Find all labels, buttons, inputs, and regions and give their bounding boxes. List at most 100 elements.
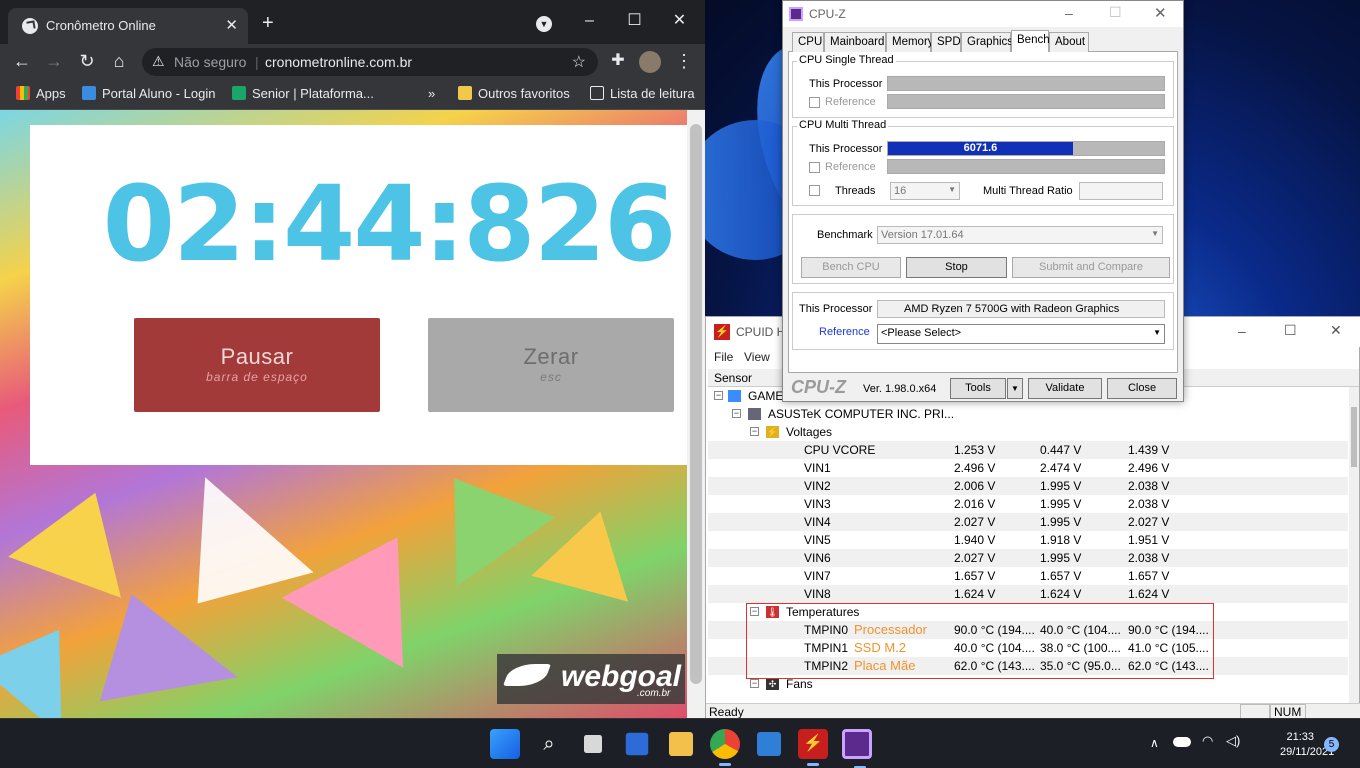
url-separator: | (255, 54, 259, 70)
tab-search-icon[interactable]: ▼ (536, 16, 552, 32)
hwinfo-taskbar-icon[interactable]: ⚡ (798, 729, 828, 766)
chrome-taskbar-icon[interactable] (710, 729, 740, 766)
tab-about[interactable]: About (1049, 32, 1089, 52)
sensor-name: VIN7 (804, 569, 831, 583)
close-window-icon[interactable]: ✕ (657, 6, 702, 36)
sensor-row-voltage[interactable]: VIN2 2.006 V 1.995 V 2.038 V (708, 477, 1348, 495)
menu-view[interactable]: View (744, 350, 770, 364)
webgoal-logo[interactable]: webgoal .com.br (497, 654, 685, 704)
minimize-icon[interactable]: – (567, 6, 612, 36)
tab-bar: Cronômetro Online ✕ + ▼ – ☐ ✕ (0, 0, 705, 44)
reference-select[interactable]: <Please Select> ▼ (877, 324, 1165, 344)
cpuz-window: CPU-Z – ☐ ✕ CPU Single Thread This Proce… (782, 0, 1184, 402)
new-tab-button[interactable]: + (262, 12, 274, 35)
maximize-icon[interactable]: ☐ (612, 6, 657, 36)
tab-mainboard[interactable]: Mainboard (824, 32, 886, 52)
bench-cpu-button[interactable]: Bench CPU (801, 257, 901, 278)
sensor-name: VIN5 (804, 533, 831, 547)
collapse-voltages-icon[interactable]: − (750, 427, 759, 436)
warning-icon[interactable]: ⚠ (152, 53, 165, 70)
tree-node-voltages[interactable]: − ⚡ Voltages (708, 423, 1348, 441)
volume-icon[interactable]: ◁) (1226, 733, 1240, 749)
sensor-row-voltage[interactable]: VIN7 1.657 V 1.657 V 1.657 V (708, 567, 1348, 585)
tools-dropdown-icon[interactable]: ▼ (1007, 378, 1023, 399)
onedrive-icon[interactable] (1173, 737, 1191, 747)
multi-reference-checkbox[interactable] (809, 162, 820, 173)
tools-button[interactable]: Tools (950, 378, 1006, 399)
sensor-scrollbar[interactable] (1349, 387, 1359, 703)
pause-hint: barra de espaço (206, 370, 308, 384)
close-icon[interactable]: ✕ (1154, 4, 1167, 22)
ratio-field (1079, 182, 1163, 200)
scrollbar-thumb[interactable] (1351, 407, 1357, 467)
bookmark-portal-aluno[interactable]: Portal Aluno - Login (82, 86, 215, 101)
minimize-icon[interactable]: – (1238, 323, 1246, 339)
tab-memory[interactable]: Memory (886, 32, 934, 52)
search-icon[interactable]: ⌕ (534, 729, 564, 759)
reload-icon[interactable]: ↻ (75, 49, 99, 73)
address-bar[interactable]: ⚠ Não seguro | cronometronline.com.br ☆ (142, 48, 598, 76)
sensor-row-voltage[interactable]: VIN1 2.496 V 2.474 V 2.496 V (708, 459, 1348, 477)
sensor-row-voltage[interactable]: VIN6 2.027 V 1.995 V 2.038 V (708, 549, 1348, 567)
single-this-processor-label: This Processor (809, 78, 883, 90)
sensor-min: 1.657 V (1040, 569, 1082, 583)
notification-badge[interactable]: 5 (1324, 737, 1339, 752)
maximize-icon[interactable]: ☐ (1284, 322, 1297, 339)
forward-icon[interactable]: → (42, 49, 66, 73)
sensor-row-voltage[interactable]: VIN8 1.624 V 1.624 V 1.624 V (708, 585, 1348, 603)
bookmark-apps[interactable]: Apps (16, 86, 66, 101)
bookmark-star-icon[interactable]: ☆ (572, 52, 586, 72)
browser-tab[interactable]: Cronômetro Online ✕ (8, 8, 248, 44)
tab-graphics[interactable]: Graphics (961, 32, 1013, 52)
reset-button[interactable]: Zerar esc (428, 318, 674, 412)
page-scrollbar[interactable] (687, 110, 705, 718)
bookmarks-overflow[interactable]: » (428, 86, 435, 101)
sensor-row-voltage[interactable]: CPU VCORE 1.253 V 0.447 V 1.439 V (708, 441, 1348, 459)
close-tab-icon[interactable]: ✕ (225, 16, 238, 34)
clock-date: 29/11/2021 (1280, 746, 1335, 758)
maximize-icon[interactable]: ☐ (1109, 4, 1122, 21)
wifi-icon[interactable]: ◠ (1202, 733, 1213, 749)
clock[interactable]: 21:33 29/11/2021 (1280, 730, 1335, 760)
cpuz-taskbar-icon[interactable] (842, 729, 872, 768)
profile-avatar[interactable] (639, 51, 661, 73)
back-icon[interactable]: ← (10, 49, 34, 73)
task-view-icon[interactable] (584, 735, 602, 753)
close-icon[interactable]: ✕ (1330, 322, 1342, 339)
home-icon[interactable]: ⌂ (107, 49, 131, 73)
tree-node-board[interactable]: − ASUSTeK COMPUTER INC. PRI... (708, 405, 1348, 423)
minimize-icon[interactable]: – (1065, 5, 1073, 21)
file-explorer-icon[interactable] (669, 732, 693, 756)
sensor-row-voltage[interactable]: VIN4 2.027 V 1.995 V 2.027 V (708, 513, 1348, 531)
close-button[interactable]: Close (1107, 378, 1177, 399)
tab-bench[interactable]: Bench (1011, 30, 1050, 52)
mail-icon[interactable] (757, 732, 781, 756)
widgets-icon[interactable] (625, 732, 649, 756)
tab-cpu[interactable]: CPU (792, 32, 824, 52)
sensor-row-voltage[interactable]: VIN3 2.016 V 1.995 V 2.038 V (708, 495, 1348, 513)
collapse-fans-icon[interactable]: − (750, 679, 759, 688)
start-windows-icon[interactable] (490, 729, 520, 759)
threads-checkbox[interactable] (809, 185, 820, 196)
menu-icon[interactable]: ⋮ (672, 49, 696, 73)
pause-button[interactable]: Pausar barra de espaço (134, 318, 380, 412)
collapse-root-icon[interactable]: − (714, 391, 723, 400)
single-reference-checkbox[interactable] (809, 97, 820, 108)
bookmark-other-favorites[interactable]: Outros favoritos (458, 86, 570, 101)
collapse-board-icon[interactable]: − (732, 409, 741, 418)
reading-list[interactable]: Lista de leitura (590, 86, 695, 101)
bookmark-label: Portal Aluno - Login (102, 86, 216, 101)
chevron-up-icon[interactable]: ∧ (1150, 736, 1159, 750)
validate-button[interactable]: Validate (1028, 378, 1102, 399)
multi-thread-group: CPU Multi Thread This Processor 6071.6 R… (792, 119, 1174, 206)
menu-file[interactable]: File (714, 350, 733, 364)
scrollbar-thumb[interactable] (690, 124, 702, 684)
tab-spd[interactable]: SPD (931, 32, 961, 52)
stop-button[interactable]: Stop (906, 257, 1007, 278)
bookmark-senior[interactable]: Senior | Plataforma... (232, 86, 374, 101)
sensor-row-voltage[interactable]: VIN5 1.940 V 1.918 V 1.951 V (708, 531, 1348, 549)
benchmark-version-select[interactable]: Version 17.01.64 ▼ (877, 226, 1163, 244)
threads-select[interactable]: 16 ▼ (890, 182, 960, 200)
extensions-icon[interactable]: ✚ (606, 49, 630, 73)
submit-compare-button[interactable]: Submit and Compare (1012, 257, 1170, 278)
